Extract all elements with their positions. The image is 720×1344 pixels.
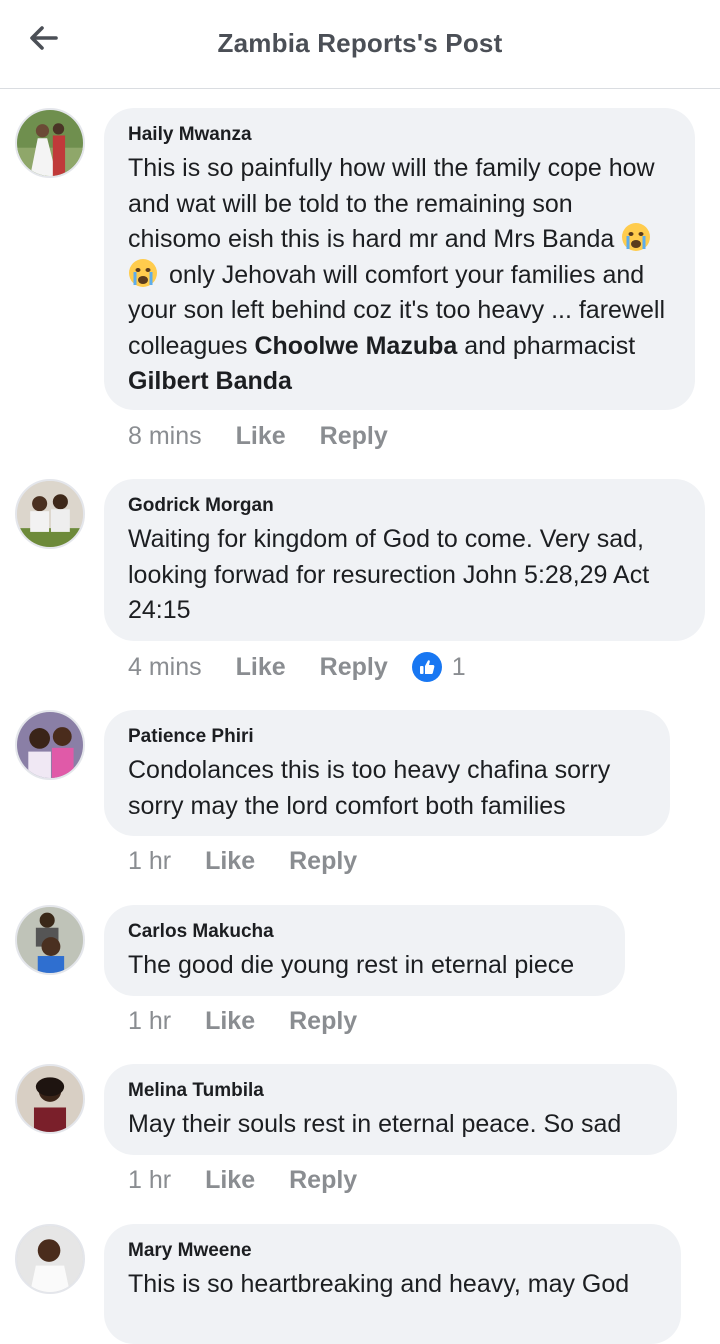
comment-time: 1 hr — [128, 1007, 172, 1035]
avatar[interactable] — [15, 1224, 85, 1294]
comment-actions: 8 mins Like Reply — [128, 422, 422, 451]
comment-author[interactable]: Carlos Makucha — [128, 921, 274, 943]
reply-button[interactable]: Reply — [320, 653, 388, 682]
crying-face-emoji — [128, 258, 158, 288]
comment-actions: 1 hr Like Reply — [128, 1166, 391, 1195]
avatar[interactable] — [15, 905, 85, 975]
comment-bubble: Carlos Makucha The good die young rest i… — [104, 905, 625, 996]
top-bar: Zambia Reports's Post — [0, 0, 720, 89]
comment-actions: 1 hr Like Reply — [128, 847, 391, 876]
comment-time: 1 hr — [128, 1166, 172, 1194]
like-button[interactable]: Like — [236, 422, 286, 451]
comment-bubble: Godrick Morgan Waiting for kingdom of Go… — [104, 479, 705, 641]
reply-button[interactable]: Reply — [289, 847, 357, 876]
like-button[interactable]: Like — [236, 653, 286, 682]
crying-face-emoji — [621, 222, 651, 252]
avatar[interactable] — [15, 108, 85, 178]
comment-author[interactable]: Patience Phiri — [128, 726, 254, 748]
comment-text: May their souls rest in eternal peace. S… — [128, 1110, 622, 1138]
comment-text: Waiting for kingdom of God to come. Very… — [128, 525, 650, 624]
reply-button[interactable]: Reply — [289, 1166, 357, 1195]
reaction-summary[interactable]: 1 — [411, 652, 466, 682]
comment-text: This is so painfully how will the family… — [128, 154, 665, 395]
avatar[interactable] — [15, 710, 85, 780]
thumbs-up-icon — [411, 652, 442, 682]
reply-button[interactable]: Reply — [320, 422, 388, 451]
comment-bubble: Mary Mweene This is so heartbreaking and… — [104, 1224, 681, 1344]
comment-author[interactable]: Mary Mweene — [128, 1240, 252, 1262]
comment-actions: 1 hr Like Reply — [128, 1007, 391, 1036]
reaction-count: 1 — [451, 652, 466, 681]
reply-button[interactable]: Reply — [289, 1007, 357, 1036]
comment-time: 1 hr — [128, 847, 172, 875]
comment-text: The good die young rest in eternal piece — [128, 951, 575, 979]
page-title: Zambia Reports's Post — [217, 28, 503, 58]
comment-time: 4 mins — [128, 652, 202, 681]
like-button[interactable]: Like — [205, 847, 255, 876]
comment-author[interactable]: Melina Tumbila — [128, 1080, 264, 1102]
comment-text: Condolances this is too heavy chafina so… — [128, 756, 611, 820]
comment-bubble: Patience Phiri Condolances this is too h… — [104, 710, 670, 836]
comment-author[interactable]: Haily Mwanza — [128, 124, 252, 146]
avatar[interactable] — [15, 1064, 85, 1134]
like-button[interactable]: Like — [205, 1007, 255, 1036]
comment-actions: 4 mins Like Reply 1 — [128, 652, 466, 682]
like-button[interactable]: Like — [205, 1166, 255, 1195]
comment-text: This is so heartbreaking and heavy, may … — [128, 1270, 630, 1298]
mention-link[interactable]: Gilbert Banda — [128, 367, 292, 395]
comment-bubble: Haily Mwanza This is so painfully how wi… — [104, 108, 695, 410]
avatar[interactable] — [15, 479, 85, 549]
comment-author[interactable]: Godrick Morgan — [128, 495, 274, 517]
comment-time: 8 mins — [128, 422, 202, 450]
comment-bubble: Melina Tumbila May their souls rest in e… — [104, 1064, 677, 1155]
mention-link[interactable]: Choolwe Mazuba — [254, 332, 457, 360]
